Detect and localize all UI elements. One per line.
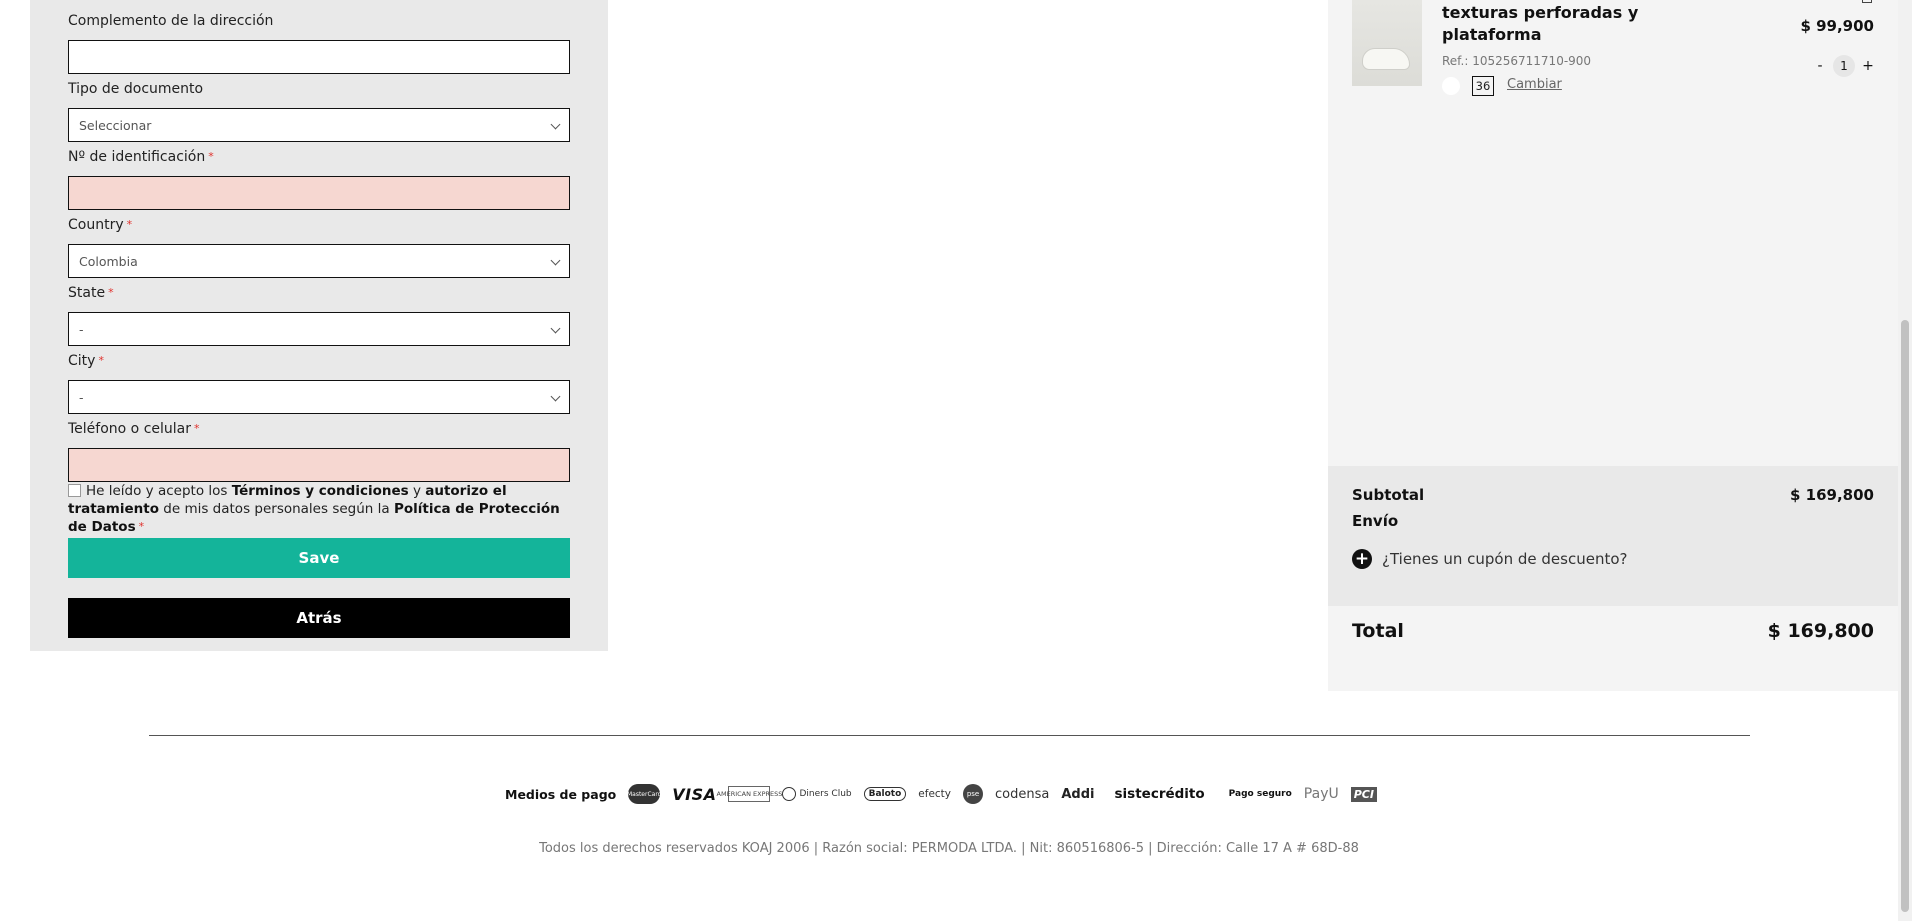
pse-logo: pse: [963, 784, 984, 804]
document-type-select[interactable]: Seleccionar: [68, 108, 570, 142]
required-mark: *: [98, 354, 104, 367]
city-field: City * -: [68, 352, 570, 414]
document-type-field: Tipo de documento Seleccionar: [68, 80, 570, 142]
footer-divider: [149, 735, 1750, 736]
amex-logo: AMERICAN EXPRESS: [717, 786, 782, 802]
consent-suffix: de mis datos personales según la: [158, 501, 394, 517]
address-complement-field: Complemento de la dirección: [68, 12, 570, 74]
legal-text: Todos los derechos reservados KOAJ 2006 …: [539, 841, 1359, 856]
sistecredito-logo: sistecrédito: [1114, 786, 1205, 802]
consent-middle: y: [408, 483, 426, 499]
required-mark: *: [108, 286, 114, 299]
checkout-page: Complemento de la dirección Tipo de docu…: [0, 0, 1912, 921]
state-label: State: [68, 285, 106, 301]
product-name[interactable]: texturas perforadas y plataforma: [1442, 2, 1652, 46]
quantity-stepper: - 1 +: [1814, 55, 1874, 77]
subtotal-value: $ 169,800: [1790, 486, 1874, 504]
efecty-logo: efecty: [918, 788, 952, 800]
phone-label: Teléfono o celular: [68, 421, 191, 437]
payment-methods-title: Medios de pago: [505, 786, 617, 802]
city-label: City: [68, 353, 96, 369]
codensa-logo: codensa: [995, 786, 1050, 802]
required-mark: *: [138, 520, 145, 533]
coupon-toggle[interactable]: + ¿Tienes un cupón de descuento?: [1352, 549, 1627, 569]
country-label: Country: [68, 217, 124, 233]
subtotal-label: Subtotal: [1352, 486, 1425, 504]
summary-box: Subtotal $ 169,800 Envío + ¿Tienes un cu…: [1328, 466, 1898, 606]
total-row: Total $ 169,800: [1352, 620, 1874, 642]
mastercard-logo: MasterCard: [627, 784, 662, 804]
id-number-input[interactable]: [68, 176, 570, 210]
address-complement-label: Complemento de la dirección: [68, 13, 274, 29]
baloto-logo: Baloto: [863, 787, 907, 801]
visa-logo: VISA: [672, 784, 717, 804]
document-type-value: Seleccionar: [79, 117, 152, 133]
phone-field: Teléfono o celular *: [68, 420, 570, 482]
addi-logo: Addi: [1061, 786, 1095, 802]
consent-checkbox[interactable]: [68, 484, 81, 497]
save-button[interactable]: Save: [68, 538, 570, 578]
product-price: $ 99,900: [1800, 17, 1874, 35]
decrement-button[interactable]: -: [1814, 58, 1826, 74]
chevron-down-icon: [550, 323, 561, 334]
size-badge: 36: [1472, 76, 1494, 96]
required-mark: *: [194, 422, 200, 435]
coupon-label: ¿Tienes un cupón de descuento?: [1382, 550, 1628, 568]
address-complement-input[interactable]: [68, 40, 570, 74]
document-type-label: Tipo de documento: [68, 81, 204, 97]
shipping-row: Envío: [1352, 512, 1874, 530]
city-value: -: [79, 389, 84, 405]
state-select[interactable]: -: [68, 312, 570, 346]
order-summary-panel: texturas perforadas y plataforma Ref.: 1…: [1328, 0, 1898, 691]
phone-input[interactable]: [68, 448, 570, 482]
quantity-value: 1: [1833, 55, 1855, 77]
chevron-down-icon: [550, 255, 561, 266]
country-field: Country * Colombia: [68, 216, 570, 278]
total-label: Total: [1352, 620, 1404, 642]
increment-button[interactable]: +: [1862, 58, 1874, 74]
required-mark: *: [126, 218, 133, 231]
terms-link[interactable]: Términos y condiciones: [232, 483, 409, 499]
subtotal-row: Subtotal $ 169,800: [1352, 486, 1874, 504]
color-swatch: [1442, 77, 1460, 95]
state-field: State * -: [68, 284, 570, 346]
page-scrollbar[interactable]: [1898, 0, 1912, 921]
scrollbar-thumb[interactable]: [1901, 320, 1909, 912]
chevron-down-icon: [550, 119, 561, 130]
product-ref: Ref.: 105256711710-900: [1442, 54, 1592, 68]
shipping-form-panel: Complemento de la dirección Tipo de docu…: [30, 0, 608, 651]
state-value: -: [79, 321, 84, 337]
plus-circle-icon: +: [1352, 549, 1372, 569]
city-select[interactable]: -: [68, 380, 570, 414]
consent-prefix: He leído y acepto los: [86, 483, 232, 499]
consent-checkbox-row: He leído y acepto los Términos y condici…: [68, 482, 570, 536]
payment-methods: Medios de pago MasterCard VISA AMERICAN …: [505, 783, 1377, 805]
required-mark: *: [208, 150, 214, 163]
country-value: Colombia: [79, 253, 138, 269]
payu-logo: PayU: [1303, 786, 1339, 802]
product-thumbnail[interactable]: [1352, 0, 1422, 86]
change-size-link[interactable]: Cambiar: [1507, 77, 1562, 92]
diners-club-logo: Diners Club: [782, 787, 852, 801]
back-button[interactable]: Atrás: [68, 598, 570, 638]
trash-icon[interactable]: [1862, 0, 1872, 3]
pci-logo: PCI: [1350, 786, 1377, 802]
secure-payment-label: Pago seguro: [1228, 789, 1292, 799]
shipping-label: Envío: [1352, 512, 1399, 530]
id-number-field: Nº de identificación *: [68, 148, 570, 210]
country-select[interactable]: Colombia: [68, 244, 570, 278]
chevron-down-icon: [550, 391, 561, 402]
id-number-label: Nº de identificación: [68, 149, 206, 165]
sneaker-image: [1362, 48, 1410, 70]
total-value: $ 169,800: [1767, 620, 1874, 642]
